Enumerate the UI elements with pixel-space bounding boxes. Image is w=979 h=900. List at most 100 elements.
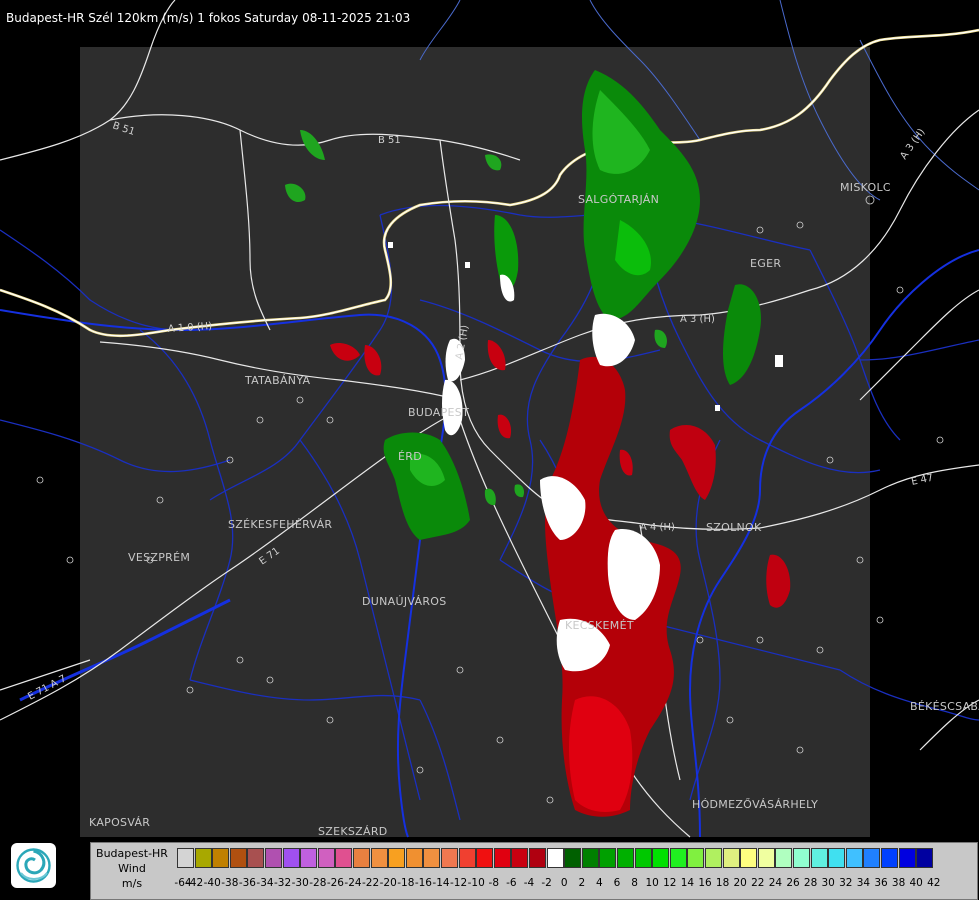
legend-tick-label: 6 [613, 877, 621, 889]
legend-tick-label: -42 [186, 877, 204, 889]
legend-tick-label: 28 [803, 877, 818, 889]
legend-swatch [740, 848, 758, 868]
legend-tick-label: 4 [596, 877, 603, 889]
legend-tick-label: 36 [874, 877, 888, 889]
legend-swatch [581, 848, 599, 868]
road-label-a3-east: A 3 (H) [898, 127, 927, 162]
legend-title-line1: Budapest-HR [96, 847, 168, 860]
legend-tick-label: -26 [326, 877, 344, 889]
legend-tick-label: 26 [786, 877, 800, 889]
legend-swatch [194, 848, 212, 868]
legend-swatch [493, 848, 511, 868]
legend-tick-label: 32 [839, 877, 853, 889]
legend-swatch [617, 848, 634, 868]
legend-swatch [687, 848, 705, 868]
legend-tick-label: -32 [274, 877, 292, 889]
legend-swatch [775, 848, 793, 868]
legend-swatch [757, 848, 775, 868]
legend-tick-label: -34 [256, 877, 274, 889]
legend-tick-label: -16 [414, 877, 432, 889]
legend-swatch [564, 848, 582, 868]
legend-tick-label: -2 [541, 877, 552, 889]
legend-swatch [300, 848, 318, 868]
legend-tick-label: 38 [891, 877, 906, 889]
legend-tick-label: 20 [733, 877, 747, 889]
legend-swatch [705, 848, 722, 868]
legend-swatch [810, 848, 828, 868]
legend-tick-label: 0 [560, 877, 568, 889]
legend-tick-label: -18 [397, 877, 415, 889]
legend-swatch [546, 848, 564, 868]
legend-swatch [458, 848, 476, 868]
legend-swatch [388, 848, 406, 868]
legend-tick-label: 14 [680, 877, 695, 889]
city-label-kaposvar: KAPOSVÁR [89, 816, 150, 829]
legend-tick-label: 30 [821, 877, 835, 889]
legend-swatch [599, 848, 617, 868]
legend-swatch [247, 848, 265, 868]
legend-tick-label: 22 [751, 877, 765, 889]
road-label-b51-east: B 51 [378, 135, 401, 146]
city-label-tatabanya: TATABÁNYA [244, 374, 310, 387]
legend-tick-label: 24 [768, 877, 783, 889]
city-label-dunaujvaros: DUNAÚJVÁROS [362, 595, 447, 608]
legend-swatch [828, 848, 846, 868]
legend-swatch [722, 848, 740, 868]
legend-tick-label: -10 [467, 877, 485, 889]
legend-swatch [845, 848, 863, 868]
wind-legend: Budapest-HR Wind m/s -64 -42 -40 -38 -36 -34-… [90, 842, 978, 900]
legend-swatch [476, 848, 494, 868]
swirl-icon [16, 848, 51, 883]
legend-title-line3: m/s [121, 877, 143, 890]
legend-tick-label: 8 [631, 877, 638, 889]
city-label-budapest: BUDAPEST [408, 406, 469, 419]
road-label-e47: E 47 [910, 473, 934, 488]
legend-title-line2: Wind [118, 862, 146, 875]
legend-tick-label: 18 [715, 877, 730, 889]
city-label-bekescsaba: BÉKÉSCSABA [910, 700, 979, 713]
legend-swatch [265, 848, 282, 868]
legend-tick-label: 34 [856, 877, 871, 889]
legend-swatch [529, 848, 546, 868]
legend-tick-label: 42 [927, 877, 941, 889]
legend-swatch [511, 848, 529, 868]
city-label-szolnok: SZOLNOK [706, 521, 762, 534]
legend-swatch [634, 848, 652, 868]
city-label-kecskemet: KECSKEMÉT [565, 619, 634, 632]
legend-swatch [793, 848, 810, 868]
road-label-a4: A 4 (H) [640, 522, 675, 533]
city-label-erd: ÉRD [398, 450, 422, 463]
legend-tick-label: 16 [698, 877, 712, 889]
legend-swatch [652, 848, 670, 868]
legend-tick-label: -36 [238, 877, 256, 889]
map-title: Budapest-HR Szél 120km (m/s) 1 fokos Sat… [6, 11, 411, 25]
legend-tick-label: 2 [578, 877, 586, 889]
legend-tick-label: -14 [432, 877, 450, 889]
legend-tick-label: -6 [506, 877, 517, 889]
legend-swatch [441, 848, 458, 868]
legend-swatch [423, 848, 441, 868]
legend-swatch [916, 848, 934, 868]
city-label-szekszard: SZEKSZÁRD [318, 825, 388, 838]
legend-tick-label: -4 [523, 877, 535, 889]
city-label-szekesfehervar: SZÉKESFEHÉRVÁR [228, 518, 332, 531]
legend-swatch [881, 848, 898, 868]
legend-swatch [335, 848, 353, 868]
legend-swatch [863, 848, 881, 868]
legend-swatch [370, 848, 388, 868]
legend-swatch [177, 848, 194, 868]
omsz-swirl-logo [11, 843, 56, 888]
legend-swatch [669, 848, 687, 868]
city-label-salgotarjan: SALGÓTARJÁN [578, 193, 659, 206]
legend-tick-label: 10 [645, 877, 659, 889]
legend-tick-label: -22 [362, 877, 380, 889]
city-label-veszprem: VESZPRÉM [128, 551, 190, 564]
radar-map: SALGÓTARJÁN MISKOLC EGER TATABÁNYA BUDAP… [0, 0, 979, 838]
city-label-hodmezovasarhely: HÓDMEZŐVÁSÁRHELY [692, 797, 818, 811]
legend-tick-label: -28 [309, 877, 327, 889]
legend-swatch [353, 848, 370, 868]
legend-swatch [405, 848, 423, 868]
radar-coverage-area [80, 47, 870, 837]
legend-swatch [282, 848, 300, 868]
legend-swatch [317, 848, 335, 868]
